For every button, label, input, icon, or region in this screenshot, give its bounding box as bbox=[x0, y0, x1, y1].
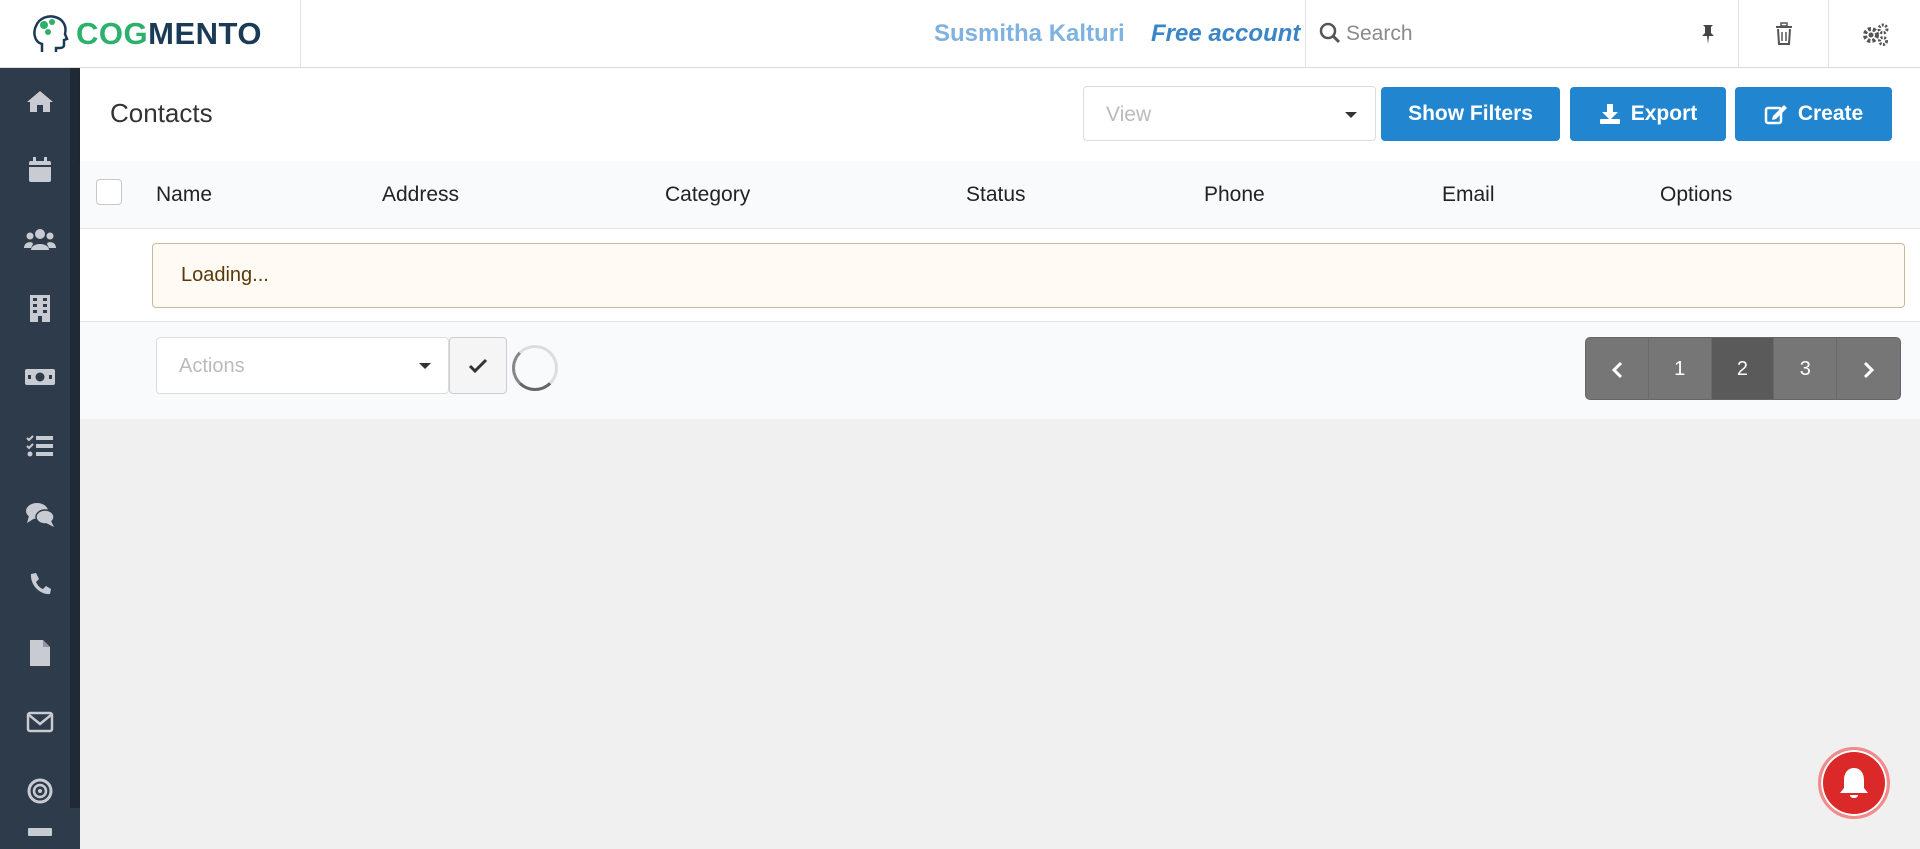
trash-button[interactable] bbox=[1738, 0, 1828, 68]
loading-text: Loading... bbox=[181, 264, 269, 286]
top-bar: COGMENTO Susmitha Kalturi Free account bbox=[0, 0, 1920, 68]
export-label: Export bbox=[1630, 102, 1698, 125]
check-icon bbox=[468, 358, 488, 373]
pagination-page-3[interactable]: 3 bbox=[1774, 338, 1838, 399]
view-dropdown-placeholder: View bbox=[1106, 103, 1152, 126]
sidebar-item-companies[interactable] bbox=[0, 283, 80, 333]
column-header-options: Options bbox=[1660, 183, 1733, 206]
chevron-down-icon bbox=[1345, 112, 1357, 118]
loading-spinner bbox=[512, 345, 558, 391]
column-header-name[interactable]: Name bbox=[156, 183, 212, 207]
contacts-table: Name Address Category Status Phone Email… bbox=[80, 161, 1920, 419]
bullseye-icon bbox=[27, 778, 53, 804]
file-icon bbox=[30, 640, 50, 666]
page-header: Contacts View Show Filters Export Create bbox=[80, 68, 1920, 161]
actions-dropdown[interactable]: Actions bbox=[156, 337, 449, 394]
edit-icon bbox=[1764, 105, 1787, 125]
chevron-down-icon bbox=[419, 363, 431, 369]
calendar-icon bbox=[29, 157, 51, 182]
brain-logo-icon bbox=[33, 15, 69, 52]
export-button[interactable]: Export bbox=[1570, 87, 1726, 141]
apply-action-button[interactable] bbox=[449, 337, 507, 394]
chevron-right-icon bbox=[1863, 361, 1874, 378]
pin-icon[interactable] bbox=[1696, 22, 1720, 46]
settings-button[interactable] bbox=[1828, 0, 1920, 68]
money-icon bbox=[25, 369, 55, 385]
sidebar-item-tasks[interactable] bbox=[0, 421, 80, 471]
sidebar-item-home[interactable] bbox=[0, 76, 80, 126]
search-box bbox=[1305, 0, 1738, 68]
sidebar-item-documents[interactable] bbox=[0, 628, 80, 678]
column-header-status[interactable]: Status bbox=[966, 183, 1026, 207]
show-filters-button[interactable]: Show Filters bbox=[1381, 87, 1560, 141]
comments-icon bbox=[26, 503, 55, 527]
logo-text-mento: MENTO bbox=[148, 16, 263, 51]
page-title: Contacts bbox=[110, 98, 213, 128]
pagination-page-2[interactable]: 2 bbox=[1711, 338, 1775, 399]
logo-text-cog: COG bbox=[76, 16, 149, 51]
create-label: Create bbox=[1797, 102, 1864, 125]
sidebar-item-email[interactable] bbox=[0, 697, 80, 747]
actions-placeholder: Actions bbox=[179, 355, 245, 377]
show-filters-label: Show Filters bbox=[1408, 102, 1533, 125]
column-header-phone[interactable]: Phone bbox=[1204, 183, 1265, 207]
bell-icon bbox=[1840, 768, 1868, 798]
sidebar bbox=[0, 68, 80, 849]
column-header-address[interactable]: Address bbox=[382, 183, 459, 207]
sidebar-item-calls[interactable] bbox=[0, 559, 80, 609]
sidebar-scrollbar[interactable] bbox=[70, 68, 80, 808]
column-header-category[interactable]: Category bbox=[665, 183, 750, 207]
search-icon bbox=[1319, 22, 1341, 44]
chevron-left-icon bbox=[1611, 361, 1622, 378]
pagination: 1 2 3 bbox=[1585, 337, 1901, 400]
trash-icon bbox=[1775, 22, 1792, 45]
pagination-prev-button[interactable] bbox=[1586, 338, 1649, 399]
home-icon bbox=[27, 91, 53, 112]
create-button[interactable]: Create bbox=[1735, 87, 1892, 141]
table-footer: Actions 1 2 3 bbox=[80, 321, 1920, 419]
pagination-next-button[interactable] bbox=[1837, 338, 1900, 399]
user-name[interactable]: Susmitha Kalturi bbox=[934, 20, 1125, 48]
loading-message: Loading... bbox=[152, 243, 1905, 308]
building-icon bbox=[30, 295, 50, 322]
table-header: Name Address Category Status Phone Email… bbox=[80, 161, 1920, 229]
pagination-page-1[interactable]: 1 bbox=[1648, 338, 1712, 399]
sidebar-item-cases[interactable] bbox=[0, 490, 80, 540]
download-icon bbox=[1599, 104, 1620, 124]
phone-icon bbox=[30, 573, 51, 595]
search-input[interactable] bbox=[1346, 14, 1686, 54]
sidebar-item-deals[interactable] bbox=[0, 352, 80, 402]
tasks-icon bbox=[26, 435, 53, 457]
envelope-icon bbox=[26, 711, 54, 733]
logo[interactable]: COGMENTO bbox=[0, 0, 301, 68]
users-icon bbox=[24, 229, 56, 250]
notifications-button[interactable] bbox=[1818, 747, 1890, 819]
select-all-checkbox[interactable] bbox=[96, 179, 122, 205]
gears-icon bbox=[1862, 23, 1888, 46]
column-header-email[interactable]: Email bbox=[1442, 183, 1495, 207]
more-icon bbox=[28, 828, 52, 836]
sidebar-item-contacts[interactable] bbox=[0, 214, 80, 264]
sidebar-item-campaigns[interactable] bbox=[0, 766, 80, 816]
account-type[interactable]: Free account bbox=[1151, 20, 1300, 48]
sidebar-item-calendar[interactable] bbox=[0, 145, 80, 195]
sidebar-item-more[interactable] bbox=[0, 824, 80, 849]
view-dropdown[interactable]: View bbox=[1083, 86, 1376, 141]
